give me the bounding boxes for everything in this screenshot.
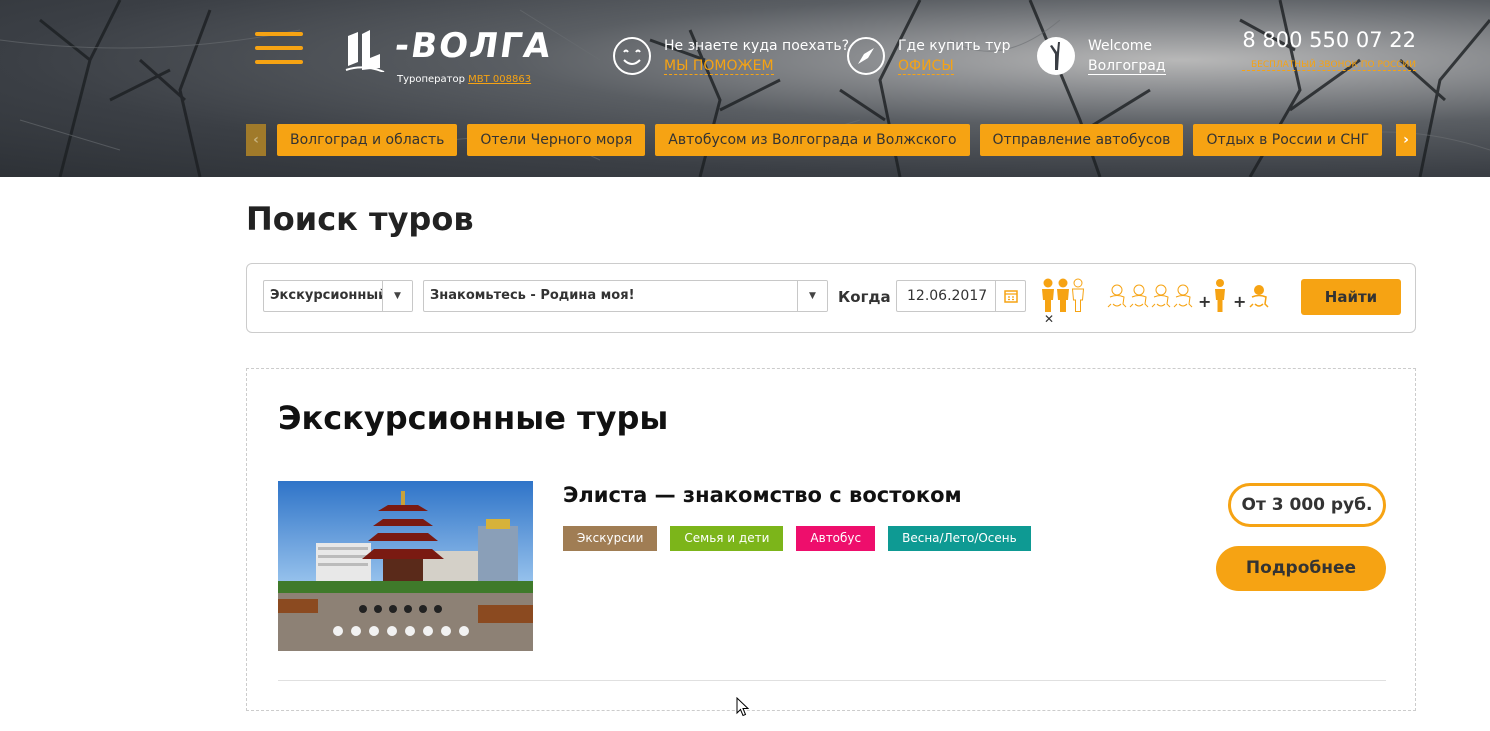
help-block: Не знаете куда поехать? МЫ ПОМОЖЕМ bbox=[612, 36, 849, 76]
tag-family[interactable]: Семья и дети bbox=[670, 526, 784, 551]
smile-icon bbox=[613, 37, 651, 75]
logo-text[interactable]: -ВОЛГА bbox=[392, 26, 555, 66]
compass-icon bbox=[847, 37, 885, 75]
plus-icon: + bbox=[1198, 292, 1212, 311]
infant-icon[interactable] bbox=[1249, 284, 1269, 310]
category-item[interactable]: Волгоград и область bbox=[277, 124, 458, 156]
search-form: Экскурсионный. ▼ Знакомьтесь - Родина мо… bbox=[246, 263, 1416, 333]
calendar-icon[interactable] bbox=[995, 281, 1025, 311]
tag-season[interactable]: Весна/Лето/Осень bbox=[888, 526, 1031, 551]
tour-type-value: Экскурсионный. bbox=[270, 288, 393, 303]
divider bbox=[278, 680, 1386, 681]
offices-link[interactable]: ОФИСЫ bbox=[898, 58, 954, 75]
tag-excursions[interactable]: Экскурсии bbox=[563, 526, 658, 551]
offices-text: Где купить тур bbox=[898, 38, 1011, 54]
welcome-text: Welcome bbox=[1088, 38, 1153, 54]
phone-block: 8 800 550 07 22 БЕСПЛАТНЫЙ ЗВОНОК ПО РОС… bbox=[1242, 28, 1416, 71]
help-text: Не знаете куда поехать? bbox=[664, 38, 850, 54]
chevron-down-icon[interactable]: ▼ bbox=[797, 281, 827, 311]
child-empty-icon[interactable] bbox=[1129, 284, 1149, 310]
find-button[interactable]: Найти bbox=[1301, 279, 1401, 315]
category-nav: Волгоград и область Отели Черного моря А… bbox=[277, 124, 1383, 156]
operator-prefix: Туроператор bbox=[397, 74, 465, 85]
adult-selected-icon[interactable] bbox=[1041, 278, 1055, 312]
help-link[interactable]: МЫ ПОМОЖЕМ bbox=[664, 58, 774, 75]
remove-traveler-icon[interactable]: ✕ bbox=[1044, 312, 1054, 326]
city-link[interactable]: Волгоград bbox=[1088, 58, 1166, 75]
details-button[interactable]: Подробнее bbox=[1216, 546, 1386, 591]
tour-name-select[interactable]: Знакомьтесь - Родина моя! ▼ bbox=[423, 280, 828, 312]
tour-tags: Экскурсии Семья и дети Автобус Весна/Лет… bbox=[563, 526, 1031, 551]
menu-icon[interactable] bbox=[255, 32, 303, 68]
plus-icon: + bbox=[1233, 292, 1247, 311]
when-label: Когда bbox=[838, 288, 891, 306]
tour-title-link[interactable]: Элиста — знакомство с востоком bbox=[563, 483, 962, 507]
category-item[interactable]: Отели Черного моря bbox=[467, 124, 646, 156]
monument-icon bbox=[1037, 37, 1075, 75]
page-title: Поиск туров bbox=[246, 200, 474, 238]
mouse-cursor-icon bbox=[736, 697, 750, 717]
results-section: Экскурсионные туры Элиста — знакомство с… bbox=[246, 368, 1416, 711]
free-call-note[interactable]: БЕСПЛАТНЫЙ ЗВОНОК ПО РОССИИ bbox=[1242, 60, 1416, 71]
child-empty-icon[interactable] bbox=[1107, 284, 1127, 310]
tour-name-value: Знакомьтесь - Родина моя! bbox=[430, 288, 635, 303]
category-item[interactable]: Автобусом из Волгограда и Волжского bbox=[655, 124, 970, 156]
results-title: Экскурсионные туры bbox=[278, 399, 669, 437]
teen-icon[interactable] bbox=[1214, 278, 1226, 312]
category-item[interactable]: Отдых в России и СНГ bbox=[1193, 124, 1383, 156]
adult-selected-icon[interactable] bbox=[1056, 278, 1070, 312]
chevron-right-icon[interactable]: › bbox=[1396, 124, 1416, 156]
operator-id-link[interactable]: МВТ 008863 bbox=[468, 74, 531, 85]
tour-type-select[interactable]: Экскурсионный. ▼ bbox=[263, 280, 413, 312]
chevron-down-icon[interactable]: ▼ bbox=[382, 281, 412, 311]
tour-image[interactable] bbox=[278, 481, 533, 651]
site-header: -ВОЛГА Туроператор МВТ 008863 Не знаете … bbox=[0, 0, 1490, 177]
chevron-left-icon[interactable]: ‹ bbox=[246, 124, 266, 156]
operator-license: Туроператор МВТ 008863 bbox=[397, 74, 531, 85]
category-item[interactable]: Отправление автобусов bbox=[979, 124, 1184, 156]
tag-bus[interactable]: Автобус bbox=[796, 526, 876, 551]
offices-block: Где купить тур ОФИСЫ bbox=[846, 36, 1010, 76]
date-input[interactable]: 12.06.2017 bbox=[896, 280, 1026, 312]
child-empty-icon[interactable] bbox=[1151, 284, 1171, 310]
price-badge: От 3 000 руб. bbox=[1228, 483, 1386, 527]
phone-number[interactable]: 8 800 550 07 22 bbox=[1242, 28, 1416, 52]
city-block: Welcome Волгоград bbox=[1036, 36, 1166, 76]
child-empty-icon[interactable] bbox=[1173, 284, 1193, 310]
date-value: 12.06.2017 bbox=[907, 288, 988, 304]
adult-empty-icon[interactable] bbox=[1071, 278, 1085, 312]
